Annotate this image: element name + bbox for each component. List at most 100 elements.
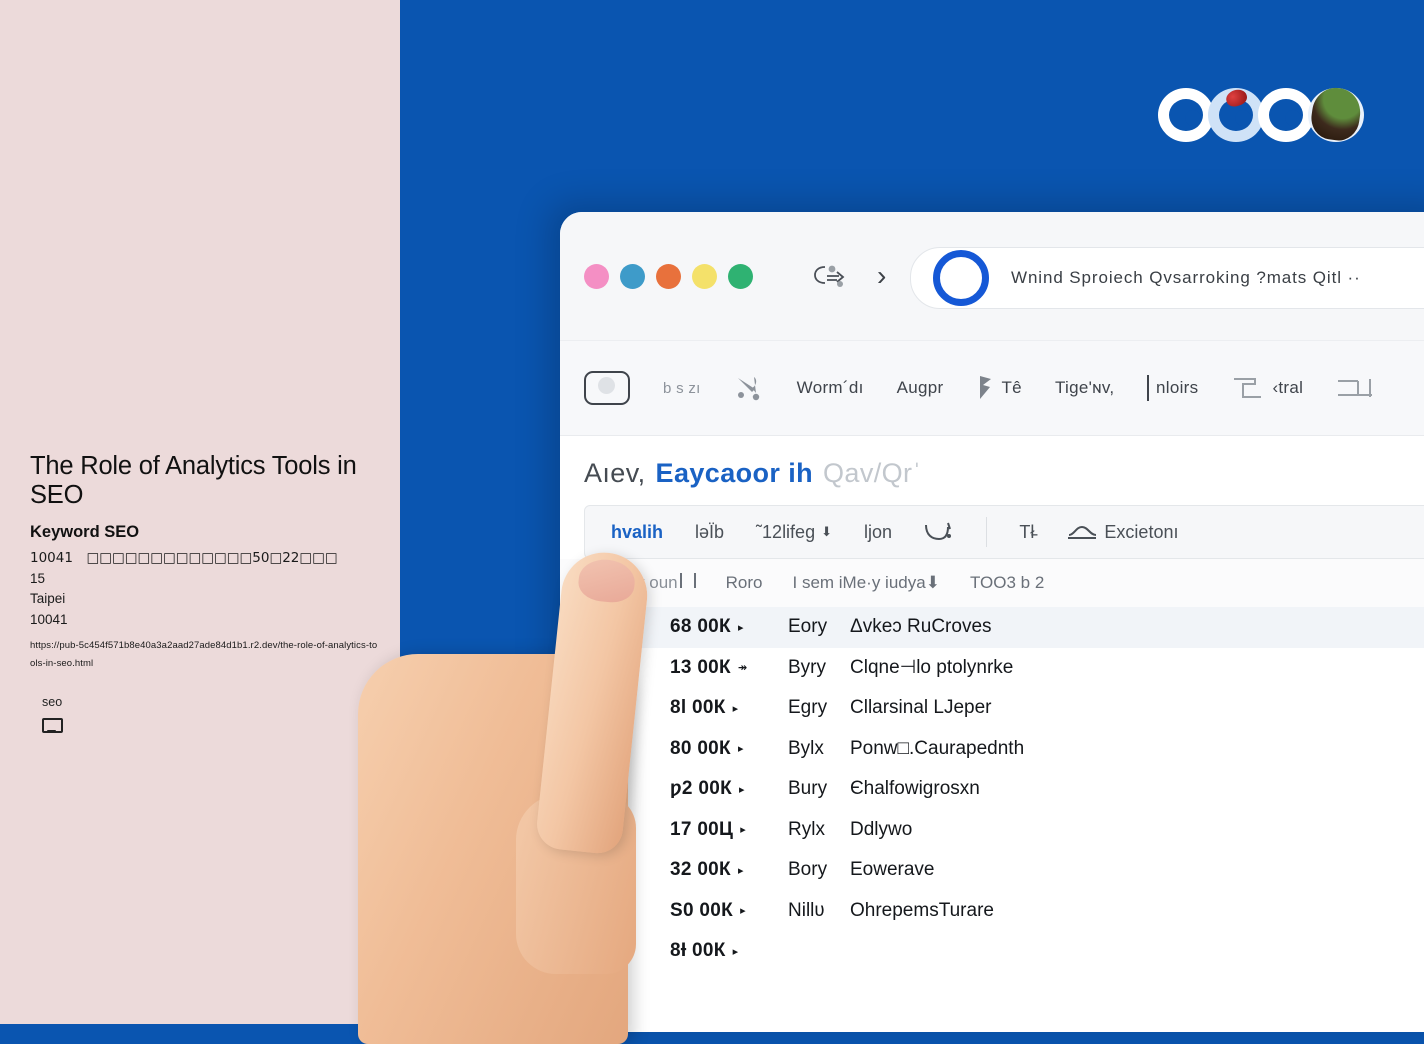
toolbar-item-augpr[interactable]: Augpr: [897, 378, 944, 398]
filter-item-leb[interactable]: ləЇb: [695, 522, 724, 543]
shoe-icon: [1066, 524, 1098, 540]
brand-rings-logo: [1158, 78, 1364, 148]
cell-code: Bylх: [788, 737, 824, 759]
toolbar-label: Tê: [1001, 378, 1022, 397]
filter-bar[interactable]: hvalih ləЇb ˜12lifeg ⬇ ljon Tł̵ Excieton…: [584, 505, 1424, 559]
heading-muted: Qav/Qrˈ: [823, 458, 922, 488]
cart-icon: [924, 521, 954, 543]
filter-label: ˜12lifeg: [756, 521, 816, 542]
image-placeholder-icon: [42, 718, 63, 733]
cell-metric: S0 00К ▸: [670, 899, 746, 921]
caret-icon: ▸: [737, 743, 744, 756]
filter-label: hvalih: [611, 521, 664, 542]
toolbar-label: b s zı: [663, 379, 701, 397]
cell-name: Eowerave: [850, 859, 935, 881]
filter-item-cart[interactable]: [924, 521, 954, 543]
filter-item-hvalih[interactable]: hvalih: [611, 522, 663, 543]
table-row[interactable]: 32 00К ▸ Bory Eowerave: [560, 850, 1424, 891]
browser-nav-controls[interactable]: ›: [813, 262, 886, 290]
article-url[interactable]: https://pub-5c454f571b8e40a3a2aad27ade84…: [30, 637, 380, 672]
caret-icon: ▸: [737, 864, 744, 877]
cell-code: Egry: [788, 697, 828, 719]
cell-name: Єhalfowigrosxn: [850, 778, 980, 800]
toolbar-item-nloirs[interactable]: nloirs: [1147, 375, 1198, 401]
table-row[interactable]: 17 00Ц ▸ Rylх Ddlywo: [560, 810, 1424, 851]
column-header-3[interactable]: TOO3 b 2: [970, 573, 1044, 593]
table-row[interactable]: S0 00К ▸ Nillʋ OhrepemsTurare: [560, 891, 1424, 932]
caret-icon: ▸: [732, 702, 739, 715]
cell-metric: 68 00К ▸: [670, 616, 744, 638]
filter-item-excieton[interactable]: Excietonı: [1066, 522, 1178, 543]
forward-chevron-icon[interactable]: ›: [877, 262, 886, 290]
cell-metric: 80 00К ▸: [670, 737, 744, 759]
article-tag[interactable]: seo: [42, 695, 63, 733]
table-row[interactable]: ƿ2 00К ▸ Bury Єhalfowigrosxn: [560, 769, 1424, 810]
address-line: 10041 □□□□□□□□□□□□□50□22□□□: [30, 550, 338, 567]
table-row[interactable]: 13 00К ↠ Byry Clqne⊣lo ptolynrke: [560, 648, 1424, 689]
ring-notch: [1285, 110, 1301, 126]
table-row[interactable]: 8l 00К ▸ Egry Cllarsinal LJeper: [560, 688, 1424, 729]
cell-name: Ponw□.Caurapednth: [850, 737, 1025, 759]
traffic-lights[interactable]: [584, 263, 753, 289]
address-bar[interactable]: Wnind Sproiech Qvsarroking ?mats Qitl ··: [910, 247, 1424, 309]
table-row[interactable]: 80 00К ▸ Bylх Ponw□.Caurapednth: [560, 729, 1424, 770]
cell-name: Ddlywo: [850, 818, 913, 840]
filter-label: Tł̵: [1019, 521, 1035, 542]
window-dot-yellow[interactable]: [692, 263, 717, 289]
window-dot-green[interactable]: [728, 263, 753, 289]
filter-item-12lifeg[interactable]: ˜12lifeg ⬇: [756, 522, 832, 543]
toolbar-label: Augpr: [896, 378, 944, 397]
flag-icon: [977, 375, 995, 401]
cell-name: Δvkeɔ RuCroves: [850, 616, 992, 638]
heading-prefix: Aıev,: [584, 458, 646, 488]
filter-label: Excietonı: [1104, 521, 1179, 542]
cell-metric: 8Ɨ 00К ▸: [670, 940, 739, 962]
browser-toolbar[interactable]: b s zı Worm´dı Augpr Tê Tige'ɴv, nloirs …: [560, 341, 1424, 436]
column-header-0[interactable]: Hly oun: [620, 573, 696, 593]
box-icon: [1231, 376, 1265, 400]
toolbar-item-boxoutline[interactable]: [1336, 377, 1373, 399]
column-sort-icon: [679, 573, 696, 588]
toolbar-item-scissors[interactable]: [734, 375, 764, 401]
cell-metric: ƿ2 00К ▸: [670, 778, 745, 800]
article-block: The Role of Analytics Tools in SEO Keywo…: [30, 452, 380, 672]
filter-item-ljon[interactable]: ljon: [864, 522, 892, 543]
table-body: 68 00К ▸ Eory Δvkeɔ RuCroves 13 00К ↠ Byry…: [560, 607, 1424, 972]
address-city: Taipei: [30, 591, 66, 607]
toolbar-item-bsz[interactable]: b s zı: [663, 380, 701, 397]
caret-icon: ▸: [740, 905, 746, 918]
table-row[interactable]: 68 00К ▸ Eory Δvkeɔ RuCroves: [560, 607, 1424, 648]
toolbar-label: ‹tral: [1272, 378, 1304, 397]
toolbar-item-tigenv[interactable]: Tige'ɴv,: [1055, 378, 1114, 398]
browser-titlebar: › Wnind Sproiech Qvsarroking ?mats Qitl …: [560, 212, 1424, 341]
people-chat-icon[interactable]: [813, 263, 847, 289]
window-dot-blue[interactable]: [620, 263, 645, 289]
caret-icon: ▸: [740, 824, 747, 837]
column-header-1[interactable]: Roro: [726, 573, 763, 593]
article-panel: The Role of Analytics Tools in SEO Keywo…: [0, 0, 400, 1024]
tag-label: seo: [42, 695, 63, 709]
toolbar-item-worm[interactable]: Worm´dı: [797, 378, 864, 398]
logo-ring-1: [1158, 88, 1214, 142]
toolbar-item-te[interactable]: Tê: [977, 375, 1022, 401]
scissors-icon: [734, 375, 764, 401]
cell-metric: 13 00К ↠: [670, 656, 748, 678]
blue-ring-icon: [933, 250, 989, 306]
table-row[interactable]: 8Ɨ 00К ▸: [560, 931, 1424, 972]
toolbar-item-home[interactable]: [584, 371, 630, 405]
cell-metric: 17 00Ц ▸: [670, 818, 747, 840]
window-dot-pink[interactable]: [584, 263, 609, 289]
home-rect-icon: [584, 371, 630, 405]
heading-accent: Eaycaoor ih: [655, 458, 813, 488]
cell-name: Clqne⊣lo ptolynrke: [850, 657, 1014, 679]
box-outline-icon: [1336, 377, 1373, 399]
toolbar-label: Tige'ɴv,: [1054, 378, 1115, 397]
window-dot-orange[interactable]: [656, 263, 681, 289]
column-header-2[interactable]: I sem iMe·y iudya⬇: [793, 573, 940, 593]
cell-metric: 8l 00К ▸: [670, 697, 739, 719]
bar-divider-icon: [1147, 375, 1149, 401]
toolbar-item-kural[interactable]: ‹tral: [1231, 376, 1303, 400]
cell-code: Bury: [788, 778, 828, 800]
filter-item-tk[interactable]: Tł̵: [1019, 522, 1034, 543]
filter-label: ljon: [864, 521, 893, 542]
